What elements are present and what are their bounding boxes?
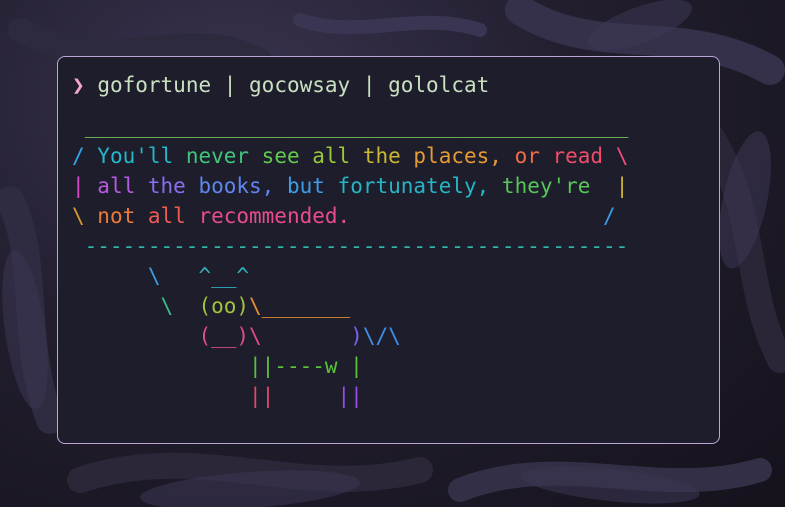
output-segment: places, <box>413 144 515 168</box>
output-segment: read <box>552 144 616 168</box>
output-line: | all the books, but fortunately, they'r… <box>72 171 628 201</box>
output-segment <box>274 384 337 408</box>
output-segment <box>72 114 85 138</box>
output-segment: ________________________________________… <box>84 114 629 138</box>
output-line: \ (oo)\_______ <box>72 291 628 321</box>
output-line: \ not all recommended. / <box>72 201 628 231</box>
output-segment: \/\ <box>362 324 401 348</box>
output-segment: / <box>72 144 98 168</box>
output-segment: \ <box>615 144 629 168</box>
output-segment <box>350 204 603 228</box>
prompt-line: ❯ gofortune | gocowsay | gololcat <box>72 71 489 99</box>
output-line: || || <box>72 381 628 411</box>
command-text: gofortune | gocowsay | gololcat <box>97 73 490 97</box>
output-segment: \ <box>72 294 199 318</box>
output-segment: ||----w | <box>249 354 363 378</box>
output-segment: see <box>261 144 313 168</box>
output-line: ________________________________________… <box>72 111 629 141</box>
output-segment: (oo) <box>198 294 250 318</box>
output-segment: \_______ <box>249 294 351 318</box>
output-segment: || <box>337 384 363 408</box>
output-segment: | <box>615 174 629 198</box>
output-segment: or <box>514 144 553 168</box>
output-segment: all <box>312 144 363 168</box>
output-segment <box>72 384 249 408</box>
output-line: \ ^__^ <box>72 261 628 291</box>
output-segment <box>72 354 249 378</box>
output-segment: ) <box>350 324 363 348</box>
output-segment: never <box>185 144 262 168</box>
output-segment: all <box>97 174 148 198</box>
terminal-window[interactable]: ❯ gofortune | gocowsay | gololcat ______… <box>57 56 720 444</box>
output-segment: not <box>97 204 148 228</box>
output-segment: the <box>362 144 414 168</box>
prompt-chevron-icon: ❯ <box>72 73 85 97</box>
output-segment: \ <box>72 264 199 288</box>
output-segment: | <box>72 174 98 198</box>
output-segment: books, <box>198 174 287 198</box>
output-segment: fortunately, <box>337 174 502 198</box>
output-segment: ^__^ <box>198 264 250 288</box>
output-segment: || <box>249 384 275 408</box>
output-segment: \ <box>72 204 98 228</box>
output-segment: / <box>603 204 616 228</box>
output-line: ||----w | <box>72 351 628 381</box>
output-segment <box>72 324 198 348</box>
command-output: ________________________________________… <box>72 111 628 411</box>
output-line: / You'll never see all the places, or re… <box>72 141 628 171</box>
output-segment <box>262 324 351 348</box>
output-line: (__)\ )\/\ <box>72 321 628 351</box>
output-segment: ----------------------------------------… <box>72 234 629 258</box>
output-segment: the <box>147 174 199 198</box>
output-segment: all <box>147 204 199 228</box>
output-segment: they're <box>501 174 616 198</box>
output-segment: (__)\ <box>198 324 262 348</box>
output-segment: but <box>286 174 338 198</box>
output-segment: You'll <box>97 144 186 168</box>
output-line: ----------------------------------------… <box>72 231 629 261</box>
output-segment: recommended. <box>198 204 351 228</box>
